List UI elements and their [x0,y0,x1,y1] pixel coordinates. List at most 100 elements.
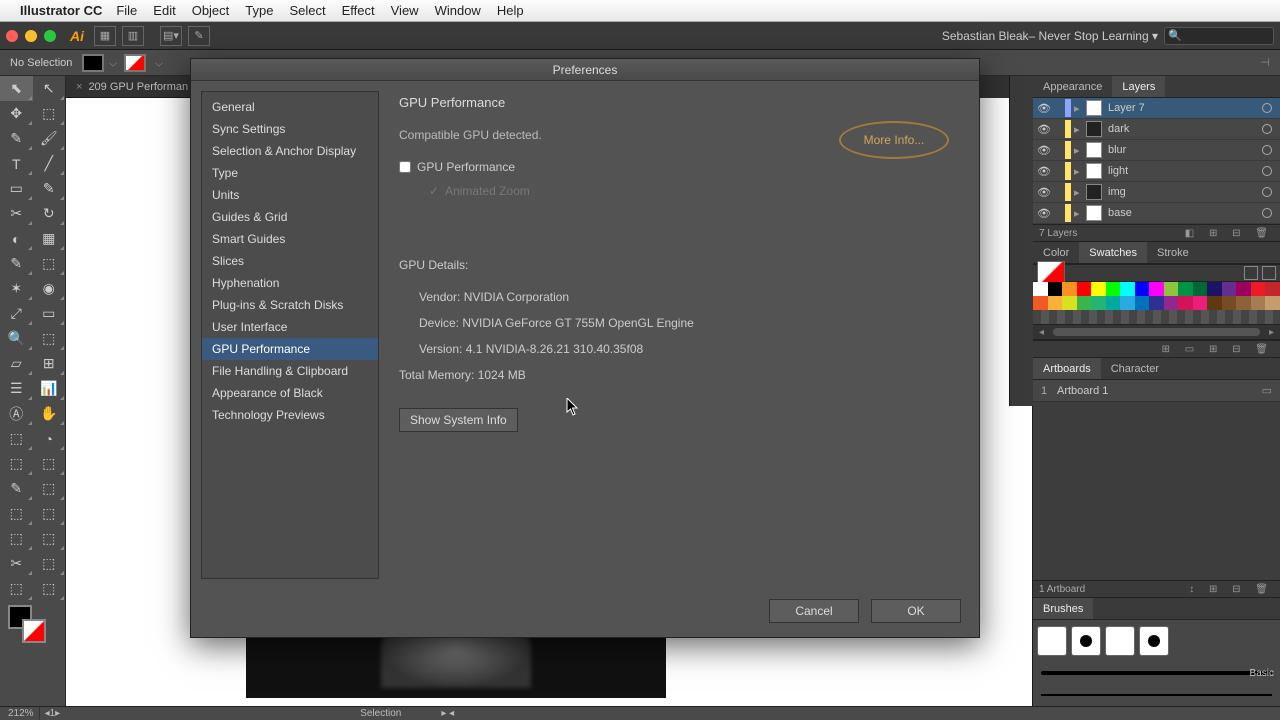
pref-category-guides-grid[interactable]: Guides & Grid [202,206,378,228]
disclosure-triangle-icon[interactable]: ▸ [1074,207,1084,220]
disclosure-triangle-icon[interactable]: ▸ [1074,165,1084,178]
tool-39[interactable]: ⬚ [33,551,66,576]
tool-34[interactable]: ⬚ [0,501,33,526]
pref-category-file-handling-clipboard[interactable]: File Handling & Clipboard [202,360,378,382]
layer-row[interactable]: 👁▸dark [1033,119,1280,140]
visibility-toggle-icon[interactable]: 👁 [1037,206,1051,220]
tool-30[interactable]: ⬚ [0,451,33,476]
target-icon[interactable] [1262,124,1272,134]
show-system-info-button[interactable]: Show System Info [399,408,518,432]
swatch[interactable] [1178,296,1193,310]
menu-edit[interactable]: Edit [153,3,175,18]
swatch[interactable] [1236,296,1251,310]
layer-row[interactable]: 👁▸base [1033,203,1280,224]
artboard-options-icon[interactable]: ▭ [1262,384,1272,397]
disclosure-triangle-icon[interactable]: ▸ [1074,144,1084,157]
tool-0[interactable]: ⬉ [0,76,33,101]
stock-button[interactable]: ✎ [188,26,210,46]
pref-category-slices[interactable]: Slices [202,250,378,272]
tool-22[interactable]: ▱ [0,351,33,376]
options-overflow-button[interactable]: ⊣ [1260,56,1270,69]
status-scroll-left-icon[interactable]: ▸ ◂ [441,708,454,719]
swatch[interactable] [1265,282,1280,296]
arrange-documents-button-2[interactable]: ▥ [122,26,144,46]
tool-23[interactable]: ⊞ [33,351,66,376]
brush-thumb[interactable] [1139,626,1169,656]
swatch-list-view-icon[interactable] [1244,266,1258,280]
tab-appearance[interactable]: Appearance [1033,76,1112,97]
menu-help[interactable]: Help [497,3,524,18]
cancel-button[interactable]: Cancel [769,599,859,623]
menu-select[interactable]: Select [289,3,325,18]
help-search-input[interactable]: 🔍 [1164,27,1274,45]
swatch[interactable] [1236,282,1251,296]
pref-category-sync-settings[interactable]: Sync Settings [202,118,378,140]
swatch[interactable] [1077,282,1092,296]
pref-category-smart-guides[interactable]: Smart Guides [202,228,378,250]
swatch[interactable] [1149,296,1164,310]
swatches-grid[interactable] [1033,282,1280,310]
target-icon[interactable] [1262,208,1272,218]
pref-category-appearance-of-black[interactable]: Appearance of Black [202,382,378,404]
menu-file[interactable]: File [116,3,137,18]
layer-row[interactable]: 👁▸img [1033,182,1280,203]
menu-window[interactable]: Window [435,3,481,18]
swatch[interactable] [1265,296,1280,310]
brush-thumb[interactable] [1105,626,1135,656]
tool-3[interactable]: ⬚ [33,101,66,126]
swatch[interactable] [1106,282,1121,296]
tool-4[interactable]: ✎ [0,126,33,151]
tool-28[interactable]: ⬚ [0,426,33,451]
tool-14[interactable]: ✎ [0,251,33,276]
bridge-button[interactable]: ▤▾ [160,26,182,46]
visibility-toggle-icon[interactable]: 👁 [1037,164,1051,178]
target-icon[interactable] [1262,187,1272,197]
tool-33[interactable]: ⬚ [33,476,66,501]
swatch-grid-view-icon[interactable] [1262,266,1276,280]
app-name[interactable]: Illustrator CC [20,3,102,18]
visibility-toggle-icon[interactable]: 👁 [1037,185,1051,199]
tool-2[interactable]: ✥ [0,101,33,126]
tab-character[interactable]: Character [1101,358,1169,379]
swatch-pattern-row[interactable] [1033,310,1280,324]
disclosure-triangle-icon[interactable]: ▸ [1074,186,1084,199]
swatch[interactable] [1193,282,1208,296]
tool-32[interactable]: ✎ [0,476,33,501]
brush-stroke-preview[interactable] [1041,694,1272,696]
tool-6[interactable]: T [0,151,33,176]
layer-row[interactable]: 👁▸light [1033,161,1280,182]
pref-category-general[interactable]: General [202,96,378,118]
visibility-toggle-icon[interactable]: 👁 [1037,143,1051,157]
more-info-button[interactable]: More Info... [839,121,949,159]
artboard-row[interactable]: 1 Artboard 1 ▭ [1033,380,1280,402]
tool-9[interactable]: ✎ [33,176,66,201]
swatch[interactable] [1222,282,1237,296]
close-tab-icon[interactable]: × [76,81,82,93]
tab-color[interactable]: Color [1033,242,1079,263]
pref-category-gpu-performance[interactable]: GPU Performance [202,338,378,360]
swatch[interactable] [1222,296,1237,310]
artboard-footer-buttons[interactable]: ↕ ⊞ ⊟ 🗑 [1189,584,1274,595]
menu-type[interactable]: Type [245,3,273,18]
visibility-toggle-icon[interactable]: 👁 [1037,122,1051,136]
swatch[interactable] [1149,282,1164,296]
gpu-performance-checkbox[interactable]: GPU Performance [399,160,959,174]
tool-25[interactable]: 📊 [33,376,66,401]
close-window-button[interactable] [6,30,18,42]
swatch[interactable] [1091,296,1106,310]
swatch[interactable] [1062,282,1077,296]
fill-swatch[interactable] [82,54,104,72]
minimize-window-button[interactable] [25,30,37,42]
nav-next-icon[interactable]: ▸ [55,708,60,719]
tool-40[interactable]: ⬚ [0,576,33,601]
pref-category-hyphenation[interactable]: Hyphenation [202,272,378,294]
tool-41[interactable]: ⬚ [33,576,66,601]
swatch[interactable] [1106,296,1121,310]
tool-20[interactable]: 🔍 [0,326,33,351]
tool-24[interactable]: ☰ [0,376,33,401]
tool-19[interactable]: ▭ [33,301,66,326]
visibility-toggle-icon[interactable]: 👁 [1037,101,1051,115]
tab-brushes[interactable]: Brushes [1033,598,1093,619]
collapsed-panel-strip[interactable] [1009,76,1033,406]
swatch[interactable] [1251,296,1266,310]
